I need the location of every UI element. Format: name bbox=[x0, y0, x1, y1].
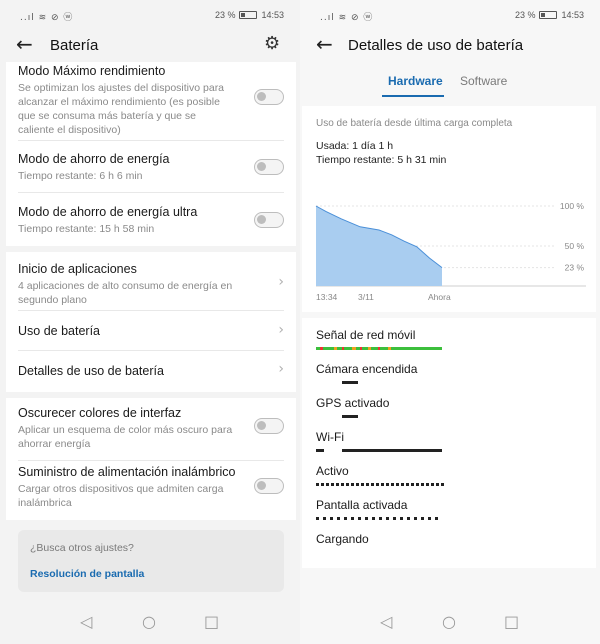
battery-area bbox=[316, 206, 442, 286]
toggle-max-performance[interactable] bbox=[254, 89, 284, 105]
power-modes-card: Modo Máximo rendimiento Se optimizan los… bbox=[6, 62, 296, 246]
search-question: ¿Busca otros ajustes? bbox=[30, 542, 134, 554]
y-tick-label: 100 % bbox=[560, 201, 585, 211]
list-item[interactable]: Wi-Fi bbox=[316, 430, 582, 452]
used-time: Usada: 1 día 1 h bbox=[316, 140, 394, 152]
remaining-time: Tiempo restante: 5 h 31 min bbox=[316, 154, 447, 166]
component-name: Wi-Fi bbox=[316, 430, 344, 444]
battery-details-screen: ..ıl ≋ ⊘ ⓦ 23 % 14:53 ← Detalles de uso … bbox=[300, 0, 600, 644]
battery-settings-screen: ..ıl ≋ ⊘ ⓦ 23 % 14:53 ← Batería ⚙ Modo M… bbox=[0, 0, 300, 644]
page-title: Batería bbox=[50, 37, 99, 54]
x-tick-label: 13:34 bbox=[316, 292, 338, 302]
status-icons: ..ıl ≋ ⊘ ⓦ bbox=[20, 13, 74, 23]
component-name: Activo bbox=[316, 464, 349, 478]
battery-icon bbox=[239, 11, 258, 19]
battery-percent: 23 % bbox=[214, 10, 236, 20]
status-icons: ..ıl ≋ ⊘ ⓦ bbox=[320, 13, 374, 23]
list-item-ultra-power-saving[interactable]: Modo de ahorro de energía ultra Tiempo r… bbox=[18, 205, 284, 236]
nav-back-icon[interactable]: ◁ bbox=[380, 612, 392, 631]
component-name: Cámara encendida bbox=[316, 362, 418, 376]
navigation-bar: ◁ ○ □ bbox=[300, 612, 600, 632]
navigation-bar: ◁ ○ □ bbox=[0, 612, 300, 632]
component-name: GPS activado bbox=[316, 396, 390, 410]
usage-timeline bbox=[316, 483, 444, 486]
list-item[interactable]: Señal de red móvil bbox=[316, 328, 582, 350]
component-name: Pantalla activada bbox=[316, 498, 408, 512]
usage-timeline bbox=[316, 517, 442, 520]
nav-recent-icon[interactable]: □ bbox=[204, 612, 219, 631]
gear-icon[interactable]: ⚙ bbox=[264, 35, 284, 55]
toggle-power-saving[interactable] bbox=[254, 159, 284, 175]
list-item-battery-usage[interactable]: Uso de batería bbox=[18, 324, 284, 338]
usage-timeline bbox=[316, 449, 442, 452]
toggle-ultra-power-saving[interactable] bbox=[254, 212, 284, 228]
usage-timeline bbox=[316, 415, 442, 418]
list-item-battery-details[interactable]: Detalles de uso de batería bbox=[18, 364, 284, 378]
nav-back-icon[interactable]: ◁ bbox=[80, 612, 92, 631]
chevron-right-icon: › bbox=[278, 274, 284, 290]
list-item[interactable]: Pantalla activada bbox=[316, 498, 582, 520]
toggle-dark-colors[interactable] bbox=[254, 418, 284, 434]
list-item-max-performance[interactable]: Modo Máximo rendimiento Se optimizan los… bbox=[18, 64, 284, 137]
list-item-dark-colors[interactable]: Oscurecer colores de interfaz Aplicar un… bbox=[18, 406, 284, 451]
status-bar: ..ıl ≋ ⊘ ⓦ 23 % 14:53 bbox=[300, 0, 600, 30]
component-name: Cargando bbox=[316, 532, 369, 546]
back-arrow-icon[interactable]: ← bbox=[16, 34, 38, 56]
nav-home-icon[interactable]: ○ bbox=[142, 612, 156, 631]
list-item[interactable]: GPS activado bbox=[316, 396, 582, 418]
list-item-wireless-charging[interactable]: Suministro de alimentación inalámbrico C… bbox=[18, 465, 284, 510]
active-tab-indicator bbox=[382, 95, 444, 97]
usage-heading: Uso de batería desde última carga comple… bbox=[316, 118, 513, 129]
list-item-power-saving[interactable]: Modo de ahorro de energía Tiempo restant… bbox=[18, 152, 284, 183]
component-name: Señal de red móvil bbox=[316, 328, 416, 342]
app-bar: ← Batería ⚙ bbox=[0, 30, 300, 62]
clock: 14:53 bbox=[561, 10, 584, 20]
usage-timeline bbox=[316, 381, 442, 384]
y-tick-label: 23 % bbox=[565, 263, 585, 273]
list-item[interactable]: Cámara encendida bbox=[316, 362, 582, 384]
chevron-right-icon: › bbox=[278, 361, 284, 377]
usage-summary-card: Uso de batería desde última carga comple… bbox=[302, 106, 596, 312]
back-arrow-icon[interactable]: ← bbox=[316, 34, 338, 56]
clock: 14:53 bbox=[261, 10, 284, 20]
app-bar: ← Detalles de uso de batería bbox=[300, 30, 600, 62]
tab-hardware[interactable]: Hardware bbox=[388, 74, 443, 88]
hardware-usage-list: Señal de red móvil Cámara encendida GPS ac… bbox=[302, 318, 596, 568]
list-item[interactable]: Activo bbox=[316, 464, 582, 486]
nav-recent-icon[interactable]: □ bbox=[504, 612, 519, 631]
battery-level-chart: 100 % 50 % 23 % 13:34 3/11 Ahora bbox=[315, 201, 586, 302]
tab-bar: Hardware Software bbox=[300, 74, 600, 100]
screen-resolution-link[interactable]: Resolución de pantalla bbox=[30, 568, 144, 580]
search-suggestions-box: ¿Busca otros ajustes? Resolución de pant… bbox=[18, 530, 284, 592]
y-tick-label: 50 % bbox=[565, 241, 585, 251]
battery-icon bbox=[539, 11, 558, 19]
chevron-right-icon: › bbox=[278, 322, 284, 338]
status-bar: ..ıl ≋ ⊘ ⓦ 23 % 14:53 bbox=[0, 0, 300, 30]
x-tick-label: Ahora bbox=[428, 292, 451, 302]
nav-home-icon[interactable]: ○ bbox=[442, 612, 456, 631]
list-item-app-launch[interactable]: Inicio de aplicaciones 4 aplicaciones de… bbox=[18, 262, 284, 307]
display-power-card: Oscurecer colores de interfaz Aplicar un… bbox=[6, 398, 296, 520]
battery-percent: 23 % bbox=[514, 10, 536, 20]
list-item[interactable]: Cargando bbox=[316, 532, 582, 546]
page-title: Detalles de uso de batería bbox=[348, 37, 524, 54]
toggle-wireless-charging[interactable] bbox=[254, 478, 284, 494]
tab-software[interactable]: Software bbox=[460, 74, 507, 88]
battery-usage-card: Inicio de aplicaciones 4 aplicaciones de… bbox=[6, 252, 296, 392]
x-tick-label: 3/11 bbox=[358, 292, 374, 302]
usage-timeline bbox=[316, 347, 442, 350]
